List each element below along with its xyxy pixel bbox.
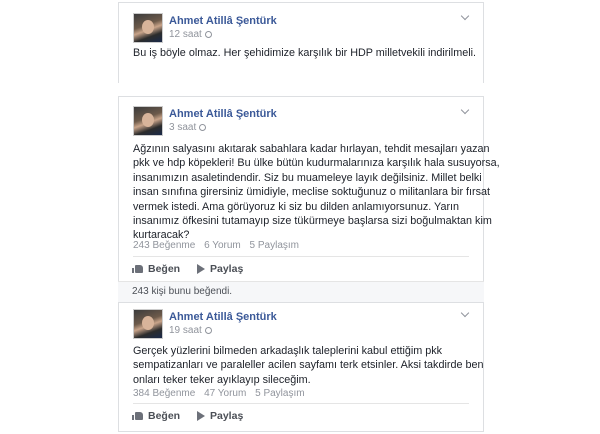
shares-count[interactable]: 5 Paylaşım [255, 388, 304, 399]
timestamp-text: 12 saat [169, 29, 202, 40]
chevron-down-icon[interactable] [460, 308, 470, 318]
like-label: Beğen [148, 410, 181, 422]
post-text-line: insanımızın asaletindendir. Siz bu muame… [133, 171, 482, 184]
post-card-2: Ahmet Atillâ Şentürk 3 saat Ağzının saly… [118, 96, 500, 282]
likes-count[interactable]: 384 Beğenme [133, 388, 195, 399]
author-name[interactable]: Ahmet Atillâ Şentürk [169, 108, 277, 120]
post-text-line: vermek istedi. Ama görüyoruz ki siz bu d… [133, 200, 460, 213]
timestamp-text: 3 saat [169, 122, 197, 133]
timestamp-text: 19 saat [169, 325, 202, 336]
post-text: Ağzının salyasını akıtarak sabahlara kad… [133, 142, 500, 243]
like-label: Beğen [148, 263, 181, 275]
post-text: Bu iş böyle olmaz. Her şehidimize karşıl… [133, 46, 476, 60]
shares-count[interactable]: 5 Paylaşım [250, 240, 299, 251]
share-label: Paylaş [210, 410, 244, 422]
post-text-line: Gerçek yüzlerini bilmeden arkadaşlık tal… [133, 345, 443, 357]
post-timestamp[interactable]: 19 saat [169, 325, 212, 336]
thumbs-up-icon [132, 412, 143, 420]
divider [133, 256, 469, 257]
divider [133, 403, 469, 404]
post-text-line: Bu iş böyle olmaz. Her şehidimize karşıl… [133, 47, 476, 59]
like-button[interactable]: Beğen [132, 410, 181, 422]
globe-icon [199, 124, 207, 131]
globe-icon [204, 31, 212, 38]
author-avatar[interactable] [133, 309, 163, 339]
post-text-line: pkk ve hdp köpekleri! Bu ülke bütün kudu… [133, 157, 500, 170]
share-button[interactable]: Paylaş [197, 410, 243, 422]
author-avatar[interactable] [133, 13, 163, 43]
post-timestamp[interactable]: 3 saat [169, 122, 207, 133]
thumbs-up-icon [132, 265, 143, 273]
post-stats: 384 Beğenme 47 Yorum 5 Paylaşım [133, 388, 311, 399]
author-name[interactable]: Ahmet Atillâ Şentürk [169, 15, 277, 27]
like-button[interactable]: Beğen [132, 263, 181, 275]
post-text-line: insan sınıfına girersiniz ümidiyle, mecl… [133, 186, 491, 199]
globe-icon [204, 327, 212, 334]
post-text: Gerçek yüzlerini bilmeden arkadaşlık tal… [133, 344, 483, 387]
post-card-3: Ahmet Atillâ Şentürk 19 saat Gerçek yüzl… [118, 302, 484, 432]
post-timestamp[interactable]: 12 saat [169, 29, 212, 40]
post-text-line: onları teker teker ayıklayıp sileceğim. [133, 373, 311, 386]
share-label: Paylaş [210, 263, 244, 275]
comments-count[interactable]: 6 Yorum [204, 240, 241, 251]
share-button[interactable]: Paylaş [197, 263, 243, 275]
likes-count[interactable]: 243 Beğenme [133, 240, 195, 251]
share-arrow-icon [197, 411, 205, 421]
post-text-line: insanımız öfkesini tutamayıp size tükürm… [133, 215, 492, 228]
share-arrow-icon [197, 264, 205, 274]
liked-by-text[interactable]: 243 kişi bunu beğendi. [132, 286, 232, 297]
chevron-down-icon[interactable] [460, 105, 470, 115]
author-name[interactable]: Ahmet Atillâ Şentürk [169, 311, 277, 323]
post-text-line: Ağzının salyasını akıtarak sabahlara kad… [133, 143, 490, 155]
author-avatar[interactable] [133, 106, 163, 136]
post-stats: 243 Beğenme 6 Yorum 5 Paylaşım [133, 240, 305, 251]
post-text-line: sempatizanları ve paraleller acilen sayf… [133, 359, 484, 372]
chevron-down-icon[interactable] [460, 11, 470, 21]
post-card-1: Ahmet Atillâ Şentürk 12 saat Bu iş böyle… [118, 2, 484, 83]
comments-count[interactable]: 47 Yorum [204, 388, 246, 399]
